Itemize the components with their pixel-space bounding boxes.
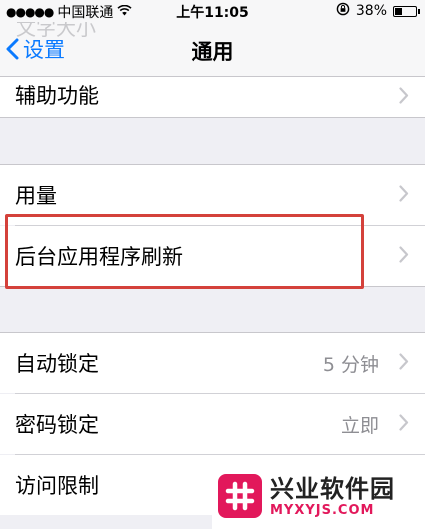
chevron-right-icon: [399, 86, 409, 108]
highlight-box: [5, 214, 364, 289]
row-label: 访问限制: [15, 474, 99, 498]
section-divider: [0, 117, 425, 118]
chevron-right-icon: [399, 353, 409, 374]
status-bar: ●●●●● 中国联通 上午11:05 38%: [0, 0, 425, 22]
row-value: 立即: [340, 414, 379, 437]
battery-percent: 38%: [355, 3, 387, 19]
watermark-logo-icon: [218, 474, 262, 518]
chevron-right-icon: [399, 246, 409, 267]
settings-row-passcode-lock[interactable]: 密码锁定 立即: [0, 394, 425, 454]
battery-icon: [393, 5, 420, 17]
rotation-lock-icon: [336, 2, 350, 20]
chevron-right-icon: [399, 414, 409, 435]
row-label: 密码锁定: [15, 413, 99, 437]
watermark-title: 兴业软件园: [270, 474, 395, 503]
row-value: 5 分钟: [322, 353, 379, 376]
navigation-bar: 文字大小 设置 通用: [0, 16, 425, 77]
status-right: 38%: [336, 2, 420, 20]
settings-row-auto-lock[interactable]: 自动锁定 5 分钟: [0, 333, 425, 393]
row-label: 用量: [15, 184, 57, 208]
watermark: 兴业软件园 MYXYJS.COM: [212, 463, 425, 529]
watermark-url: MYXYJS.COM: [270, 502, 375, 518]
page-title: 通用: [191, 40, 234, 64]
row-label: 自动锁定: [15, 352, 99, 376]
row-label: 辅助功能: [15, 84, 99, 108]
chevron-right-icon: [399, 185, 409, 206]
